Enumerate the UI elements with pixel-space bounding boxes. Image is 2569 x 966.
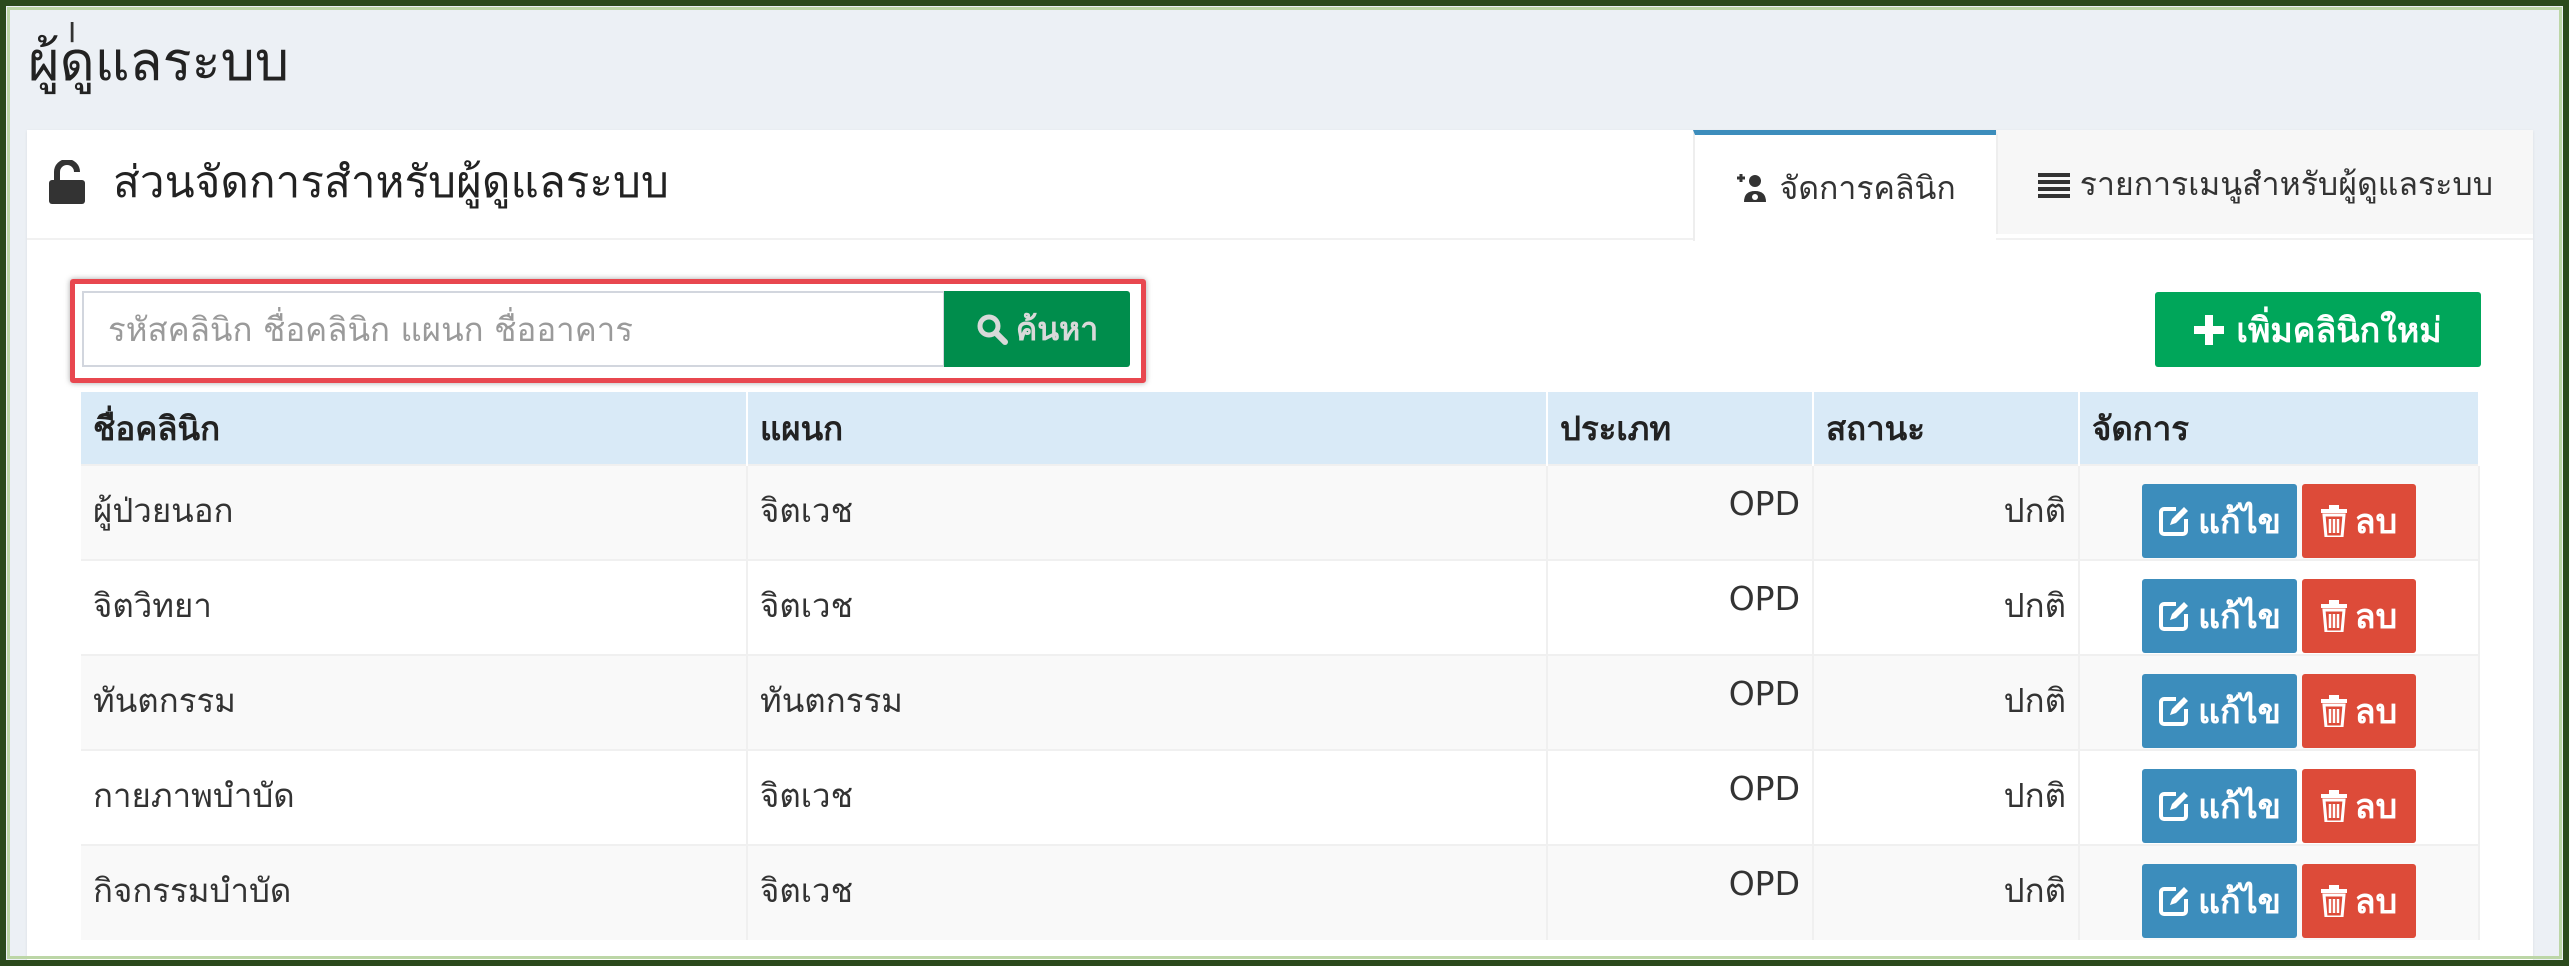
cell-actions: แก้ไข ลบ [2079,464,2480,560]
search-button[interactable]: ค้นหา [944,291,1130,367]
edit-button[interactable]: แก้ไข [2142,484,2297,558]
table-row: จิตวิทยา จิตเวช OPD ปกติ แก้ไข ลบ [81,559,2480,655]
cell-type: OPD [1547,749,1814,845]
cell-status: ปกติ [1813,464,2080,560]
header-department[interactable]: แผนก [747,392,1548,465]
cell-department: จิตเวช [747,749,1548,845]
text-cursor-icon: I [68,16,77,49]
edit-button-label: แก้ไข [2198,883,2281,921]
unlock-icon [49,160,85,204]
edit-icon [2159,507,2189,536]
tab-manage-clinics-label: จัดการคลินิก [1779,168,1956,207]
tab-admin-menu[interactable]: รายการเมนูสำหรับผู้ดูแลระบบ [1995,130,2533,234]
delete-button[interactable]: ลบ [2302,864,2416,938]
cell-name: ทันตกรรม [81,654,748,750]
delete-button-label: ลบ [2354,788,2398,826]
edit-button[interactable]: แก้ไข [2142,864,2297,938]
edit-button-label: แก้ไข [2198,693,2281,731]
search-input[interactable] [82,291,945,367]
cell-status: ปกติ [1813,559,2080,655]
cell-department: จิตเวช [747,844,1548,940]
panel-title-text: ส่วนจัดการสำหรับผู้ดูแลระบบ [113,157,669,208]
cell-actions: แก้ไข ลบ [2079,844,2480,940]
edit-button-label: แก้ไข [2198,503,2281,541]
user-group-plus-icon [1737,174,1767,202]
cell-department: ทันตกรรม [747,654,1548,750]
cell-name: กิจกรรมบำบัด [81,844,748,940]
edit-icon [2159,887,2189,916]
panel-title: ส่วนจัดการสำหรับผู้ดูแลระบบ [49,150,669,214]
trash-icon [2320,885,2347,917]
cell-actions: แก้ไข ลบ [2079,559,2480,655]
plus-icon [2194,314,2225,345]
cell-status: ปกติ [1813,654,2080,750]
cell-department: จิตเวช [747,464,1548,560]
trash-icon [2320,790,2347,822]
delete-button-label: ลบ [2354,598,2398,636]
add-clinic-button-label: เพิ่มคลินิกใหม่ [2236,311,2442,350]
trash-icon [2320,600,2347,632]
edit-icon [2159,602,2189,631]
panel-header: ส่วนจัดการสำหรับผู้ดูแลระบบ จัดการคลินิก [27,130,2533,241]
table-row: ทันตกรรม ทันตกรรม OPD ปกติ แก้ไข ลบ [81,654,2480,750]
delete-button[interactable]: ลบ [2302,674,2416,748]
panel-tabs: จัดการคลินิก รายการเมนูสำหรับผู้ดูแลระบบ [1693,130,2533,241]
delete-button-label: ลบ [2354,693,2398,731]
delete-button[interactable]: ลบ [2302,579,2416,653]
delete-button-label: ลบ [2354,883,2398,921]
table-row: กายภาพบำบัด จิตเวช OPD ปกติ แก้ไข ลบ [81,749,2480,845]
header-type[interactable]: ประเภท [1547,392,1814,465]
cell-name: จิตวิทยา [81,559,748,655]
table-header-row: ชื่อคลินิก แผนก ประเภท สถานะ จัดการ [81,392,2480,465]
cell-department: จิตเวช [747,559,1548,655]
header-status[interactable]: สถานะ [1813,392,2080,465]
cell-name: กายภาพบำบัด [81,749,748,845]
edit-button[interactable]: แก้ไข [2142,674,2297,748]
list-icon [2037,172,2070,198]
cell-type: OPD [1547,654,1814,750]
edit-button-label: แก้ไข [2198,598,2281,636]
search-button-label: ค้นหา [1015,310,1099,347]
search-icon [977,314,1008,345]
tab-admin-menu-label: รายการเมนูสำหรับผู้ดูแลระบบ [2079,165,2493,203]
cell-status: ปกติ [1813,749,2080,845]
clinics-table: ชื่อคลินิก แผนก ประเภท สถานะ จัดการ ผู้ป… [81,392,2480,940]
trash-icon [2320,695,2347,727]
edit-button-label: แก้ไข [2198,788,2281,826]
table-row: ผู้ป่วยนอก จิตเวช OPD ปกติ แก้ไข ลบ [81,464,2480,560]
cell-type: OPD [1547,559,1814,655]
cell-name: ผู้ป่วยนอก [81,464,748,560]
edit-icon [2159,792,2189,821]
cell-type: OPD [1547,844,1814,940]
edit-button[interactable]: แก้ไข [2142,769,2297,843]
cell-actions: แก้ไข ลบ [2079,749,2480,845]
edit-button[interactable]: แก้ไข [2142,579,2297,653]
cell-type: OPD [1547,464,1814,560]
edit-icon [2159,697,2189,726]
cell-status: ปกติ [1813,844,2080,940]
table-row: กิจกรรมบำบัด จิตเวช OPD ปกติ แก้ไข ลบ [81,844,2480,940]
trash-icon [2320,505,2347,537]
tab-manage-clinics[interactable]: จัดการคลินิก [1693,130,1996,241]
delete-button[interactable]: ลบ [2302,484,2416,558]
delete-button-label: ลบ [2354,503,2398,541]
add-clinic-button[interactable]: เพิ่มคลินิกใหม่ [2155,292,2481,367]
header-actions: จัดการ [2079,392,2480,465]
delete-button[interactable]: ลบ [2302,769,2416,843]
header-name[interactable]: ชื่อคลินิก [81,392,748,465]
cell-actions: แก้ไข ลบ [2079,654,2480,750]
